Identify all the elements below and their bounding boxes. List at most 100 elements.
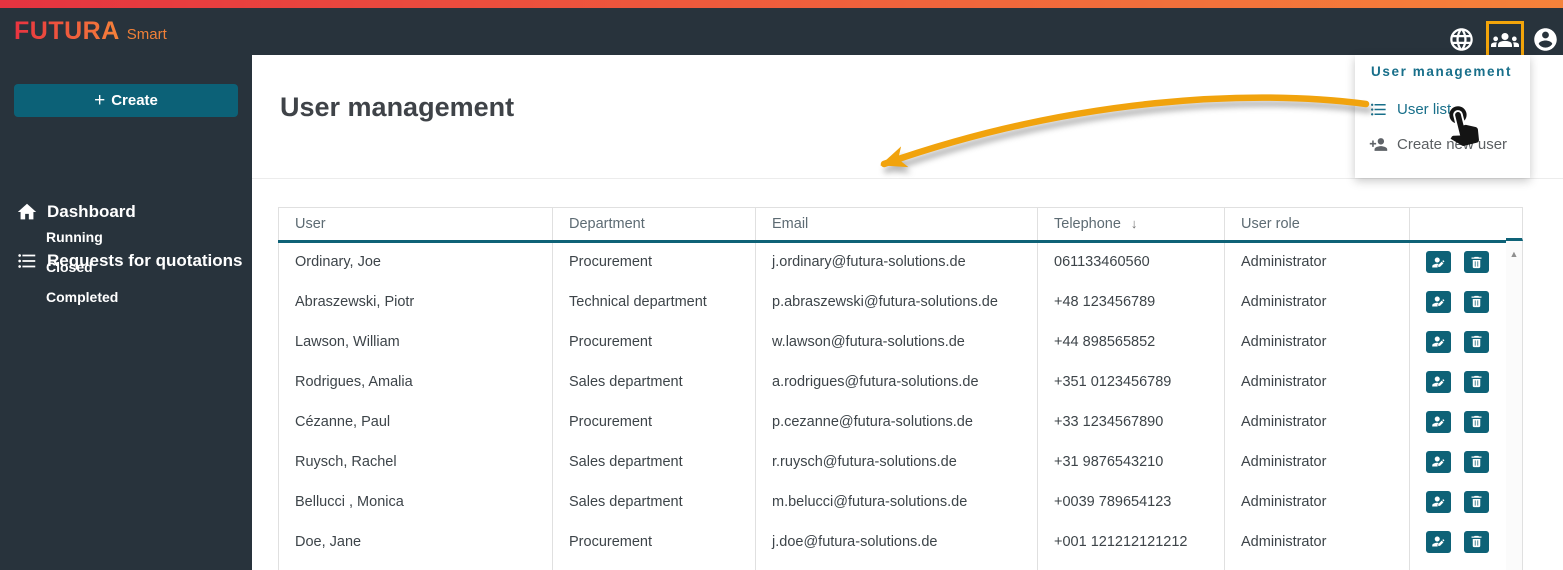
cell-department: Sales department <box>552 441 756 482</box>
column-header-user-role[interactable]: User role <box>1224 207 1410 243</box>
delete-user-button[interactable] <box>1464 290 1490 313</box>
sidebar-subitem-closed[interactable]: Closed <box>46 255 246 279</box>
cell-telephone: +001 121212121212 <box>1037 521 1225 562</box>
delete-user-button[interactable] <box>1464 251 1490 274</box>
sidebar-item-label: Dashboard <box>47 202 136 221</box>
cell-telephone: +31 9876543210 <box>1037 441 1225 482</box>
topbar: FUTURA Smart <box>0 8 1563 58</box>
cell-user: Rodrigues, Amalia <box>278 361 553 402</box>
edit-user-button[interactable] <box>1426 530 1451 553</box>
brand-name: FUTURA <box>14 17 120 45</box>
cell-telephone: +0039 789654123 <box>1037 481 1225 522</box>
create-button[interactable]: + Create <box>14 84 238 117</box>
table-row: Ruysch, Rachel Sales department r.ruysch… <box>278 441 1507 482</box>
edit-user-button[interactable] <box>1426 330 1451 353</box>
user-management-users-icon[interactable] <box>1491 26 1519 54</box>
table-header-row: User Department Email Telephone ↓ User ro… <box>278 207 1507 243</box>
cell-telephone: 061133460560 <box>1037 241 1225 282</box>
plus-icon: + <box>94 90 106 111</box>
edit-user-button[interactable] <box>1426 410 1451 433</box>
edit-user-button[interactable] <box>1426 251 1451 274</box>
cell-user-role: Administrator <box>1224 241 1410 282</box>
column-header-telephone[interactable]: Telephone ↓ <box>1037 207 1225 243</box>
cell-user-role: Administrator <box>1224 321 1410 362</box>
sidebar-subitem-completed[interactable]: Completed <box>46 285 246 309</box>
account-circle-icon[interactable] <box>1532 26 1559 53</box>
menu-item-label: User list <box>1397 100 1452 118</box>
page-title: User management <box>280 92 515 122</box>
cell-email: j.doe@futura-solutions.de <box>755 521 1038 562</box>
cell-email: a.rodrigues@futura-solutions.de <box>755 361 1038 402</box>
language-globe-icon[interactable] <box>1448 26 1475 53</box>
cell-actions <box>1409 401 1507 442</box>
user-table-body: Ordinary, Joe Procurement j.ordinary@fut… <box>278 241 1507 570</box>
cell-user-role: Administrator <box>1224 361 1410 402</box>
delete-user-button[interactable] <box>1464 330 1490 353</box>
cell-department: Procurement <box>552 521 756 562</box>
subitem-label: Running <box>46 229 103 245</box>
cell-user: Cézanne, Paul <box>278 401 553 442</box>
person-add-icon <box>1369 135 1388 154</box>
table-row: Ordinary, Joe Procurement j.ordinary@fut… <box>278 241 1507 282</box>
sidebar-item-dashboard[interactable]: Dashboard <box>0 196 252 228</box>
cell-department: Procurement <box>552 241 756 282</box>
edit-user-button[interactable] <box>1426 290 1451 313</box>
edit-user-button[interactable] <box>1426 450 1451 473</box>
cell-user <box>278 561 553 570</box>
menu-item-user-list[interactable]: User list <box>1355 96 1530 122</box>
brand-logo: FUTURA Smart <box>14 17 167 46</box>
cell-user-role <box>1224 561 1410 570</box>
sidebar: + Create Dashboard Requests for quotatio… <box>0 55 252 570</box>
delete-user-button[interactable] <box>1464 450 1490 473</box>
cell-department: Sales department <box>552 481 756 522</box>
cell-user: Abraszewski, Piotr <box>278 281 553 322</box>
app-window: FUTURA Smart + Create Dashboard Requests… <box>0 0 1563 570</box>
list-icon <box>1369 100 1388 119</box>
sidebar-subitem-running[interactable]: Running <box>46 225 246 249</box>
subitem-label: Closed <box>46 259 93 275</box>
delete-user-button[interactable] <box>1464 530 1490 553</box>
column-header-user[interactable]: User <box>278 207 553 243</box>
cell-department: Procurement <box>552 401 756 442</box>
cell-actions <box>1409 441 1507 482</box>
table-row: Rodrigues, Amalia Sales department a.rod… <box>278 361 1507 402</box>
table-row <box>278 561 1507 570</box>
edit-user-button[interactable] <box>1426 370 1451 393</box>
topbar-accent-strip <box>0 0 1563 8</box>
edit-user-button[interactable] <box>1426 490 1451 513</box>
user-management-menu: User management User list Create new use… <box>1355 55 1530 178</box>
cell-email: p.abraszewski@futura-solutions.de <box>755 281 1038 322</box>
table-scrollbar[interactable]: ▲ <box>1506 207 1523 570</box>
subitem-label: Completed <box>46 289 119 305</box>
table-row: Doe, Jane Procurement j.doe@futura-solut… <box>278 521 1507 562</box>
cell-telephone: +33 1234567890 <box>1037 401 1225 442</box>
cell-user-role: Administrator <box>1224 401 1410 442</box>
cell-user: Ordinary, Joe <box>278 241 553 282</box>
column-header-actions <box>1409 207 1507 243</box>
user-table: User Department Email Telephone ↓ User ro… <box>278 207 1507 570</box>
column-header-email[interactable]: Email <box>755 207 1038 243</box>
table-row: Cézanne, Paul Procurement p.cezanne@futu… <box>278 401 1507 442</box>
column-header-department[interactable]: Department <box>552 207 756 243</box>
cell-department: Procurement <box>552 321 756 362</box>
scrollbar-track[interactable]: ▲ <box>1506 241 1523 570</box>
menu-item-create-new-user[interactable]: Create new user <box>1355 131 1530 157</box>
cell-user: Bellucci , Monica <box>278 481 553 522</box>
cell-email <box>755 561 1038 570</box>
delete-user-button[interactable] <box>1464 410 1490 433</box>
scrollbar-header-spacer <box>1506 207 1523 241</box>
cell-actions <box>1409 561 1507 570</box>
cell-actions <box>1409 521 1507 562</box>
create-button-label: Create <box>111 92 158 109</box>
sort-desc-icon: ↓ <box>1130 216 1138 231</box>
cell-email: w.lawson@futura-solutions.de <box>755 321 1038 362</box>
cell-email: m.belucci@futura-solutions.de <box>755 481 1038 522</box>
scroll-up-button[interactable]: ▲ <box>1506 241 1522 259</box>
cell-user: Doe, Jane <box>278 521 553 562</box>
delete-user-button[interactable] <box>1464 370 1490 393</box>
cell-telephone: +48 123456789 <box>1037 281 1225 322</box>
cell-actions <box>1409 321 1507 362</box>
delete-user-button[interactable] <box>1464 490 1490 513</box>
cell-user-role: Administrator <box>1224 441 1410 482</box>
cell-email: j.ordinary@futura-solutions.de <box>755 241 1038 282</box>
